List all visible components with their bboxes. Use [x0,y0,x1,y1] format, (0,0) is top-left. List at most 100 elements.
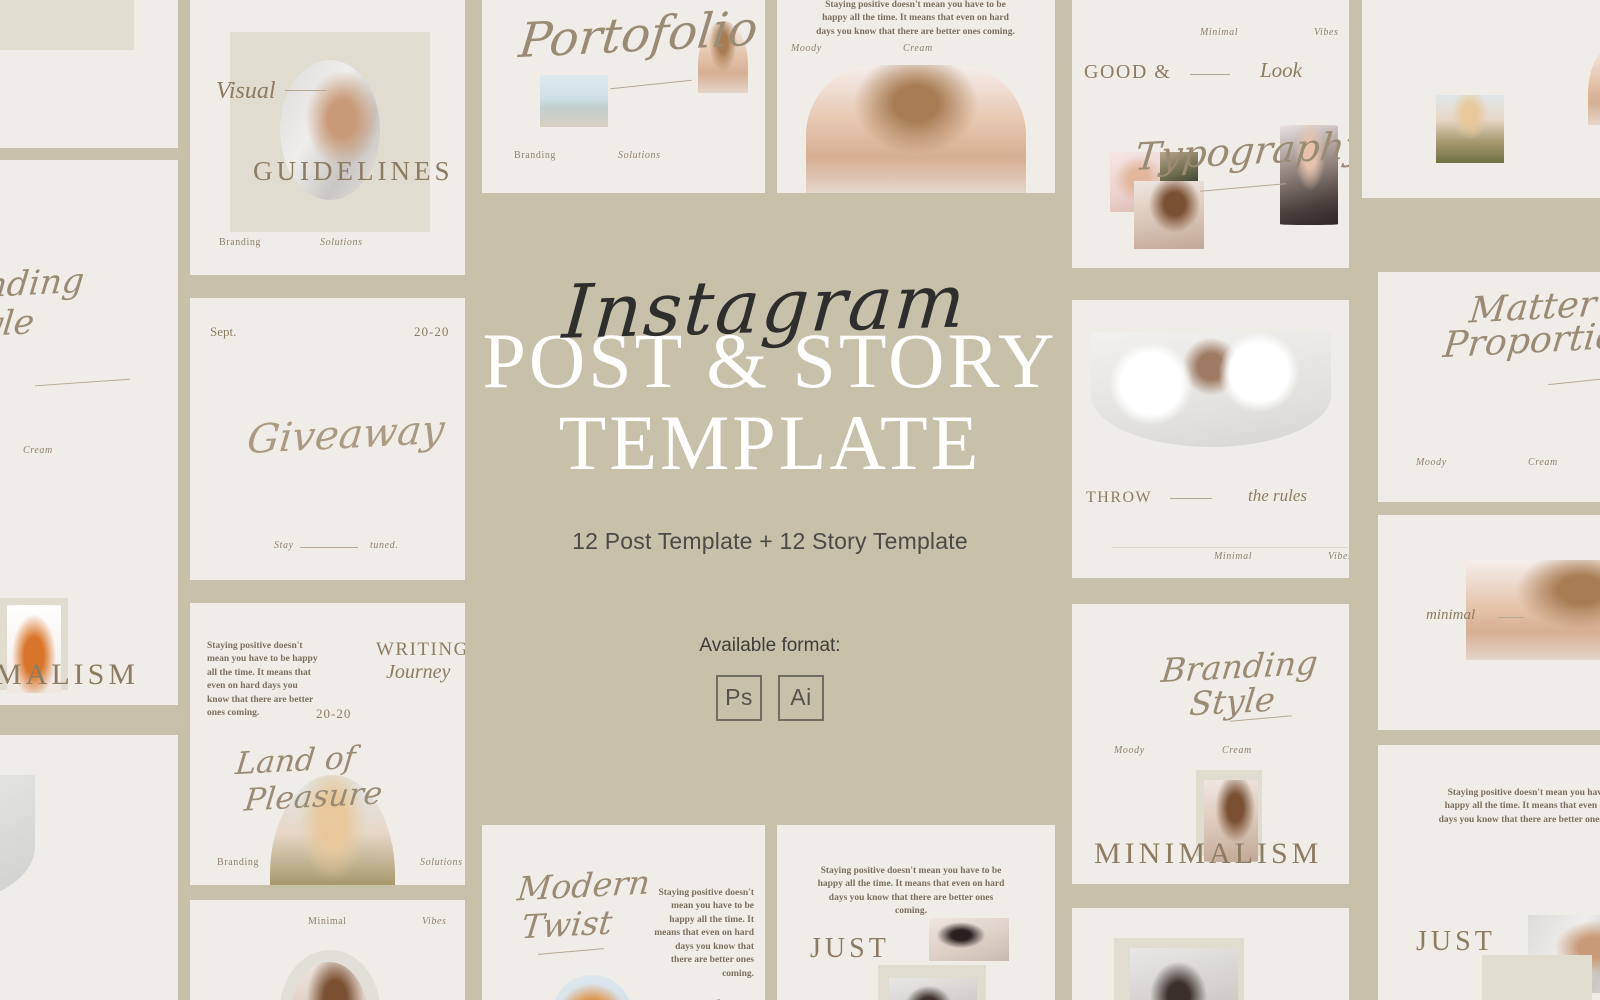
title-guidelines: GUIDELINES [253,156,454,186]
subtitle-the-rules: the rules [1248,486,1308,505]
label-vibes: Vibes [422,916,447,927]
label-moody: Moody [1114,745,1145,756]
quote-text: Staying positive doesn't mean you have t… [207,641,318,719]
label-year: 20-20 [414,324,450,339]
card-right-top-collage[interactable] [1362,0,1600,198]
label-cream: Cream [1528,457,1558,468]
card-modern-twist[interactable]: Modern Twist Staying positive doesn't me… [482,825,765,1000]
footer-solutions: Solutions [320,237,363,248]
card-writing-journey[interactable]: Staying positive doesn't mean you have t… [190,603,465,885]
card-visual-guidelines[interactable]: Visual GUIDELINES Branding Solutions [190,0,465,275]
beige-block [0,0,134,50]
script-proportion: Proportion [1441,314,1600,367]
script-tyle: tyle [0,302,37,346]
title-writing: WRITING [376,639,465,660]
card-col2-bottom[interactable]: Minimal Vibes [190,900,465,1000]
script-underline [538,948,604,955]
footer-branding: Branding [514,150,557,161]
title-just: JUST [810,933,890,964]
title-throw: THROW [1086,489,1153,506]
script-journey: Journey [386,661,451,683]
card-col5-bottom[interactable] [1072,908,1349,1000]
footer-branding: Branding [219,237,262,248]
label-moody: Moody [791,43,822,54]
title-rule [1190,74,1230,75]
script-anding: anding [0,260,87,308]
hero-subtitle: 12 Post Template + 12 Story Template [572,527,968,554]
caption-cream: Cream [23,445,53,456]
label-cream: Cream [903,43,933,54]
quote-text: Staying positive doesn't mean you have t… [816,0,1015,37]
photo-balloons [1091,332,1331,447]
footer-stay: Stay [274,540,294,551]
illustrator-badge[interactable]: Ai [778,674,824,721]
label-cream: Cream [1222,745,1252,756]
label-year: 20-20 [316,706,352,721]
photo-jacket-woman [1436,95,1504,163]
quote-text: Staying positive doesn't mean you have t… [654,888,754,979]
footer-rule [300,547,358,548]
script-partial-top [1366,0,1382,8]
title-minimalism: MINIMALISM [1094,837,1323,870]
card-right-just[interactable]: Staying positive doesn't mean you have t… [1378,745,1600,1000]
footer-divider [1112,547,1348,548]
script-branding: Branding [1159,642,1320,691]
photo-back-pose [806,65,1026,193]
script-underline [35,378,130,387]
label-rule [1498,617,1524,618]
photo-orange [552,975,632,1000]
script-portofolio: Portofolio [516,0,761,70]
title-just: JUST [1416,926,1496,957]
card-giveaway[interactable]: Sept. 20-20 Giveaway Stay tuned. [190,298,465,580]
photo-grey-person [889,978,977,1000]
quote-text: Staying positive doesn't mean you have t… [1438,788,1600,825]
card-right-minimal[interactable]: minimal [1378,515,1600,730]
title-rule [1170,498,1212,499]
label-minimal: Minimal [1200,27,1239,38]
card-corner-top-left[interactable]: Solutions [0,0,178,148]
script-giveaway: Giveaway [244,406,447,464]
photo-back-shoulders [1466,560,1600,660]
hero-script-title: Instagram [559,258,971,356]
footer-branding: Branding [217,857,260,868]
script-twist: Twist [519,902,615,947]
label-minimal: Minimal [1214,551,1253,562]
card-throw-rules[interactable]: THROW the rules Minimal Vibes [1072,300,1349,578]
label-minimal: Minimal [308,916,347,927]
label-moody: Moody [1416,457,1447,468]
label-minimal: minimal [1426,607,1476,623]
card-right-proportion[interactable]: Matter of Proportion Moody Cream [1378,272,1600,502]
card-minimalism[interactable]: Branding Style Moody Cream MINIMALISM [1072,604,1349,884]
hero-title-line-2: TEMPLATE [558,398,982,486]
script-typography: Typography [1132,123,1349,179]
photo-beach-swing [540,75,608,127]
label-vibes: Vibes [1328,551,1349,562]
footer-solutions: Solutions [618,150,661,161]
format-badge-row: Ps Ai [716,674,824,721]
card-left-branding-style[interactable]: anding tyle Cream MALISM [0,160,178,705]
subtitle-look: Look [1260,58,1302,82]
card-moody-cream[interactable]: Staying positive doesn't mean you have t… [777,0,1055,193]
label-vibes: Vibes [1314,27,1339,38]
photo-arch-right [1588,43,1600,125]
beige-block [1482,955,1592,1000]
script-modern: Modern [515,862,652,909]
footer-tuned: tuned. [370,540,399,551]
photo-reaching [929,918,1009,961]
card-just-center[interactable]: Staying positive doesn't mean you have t… [777,825,1055,1000]
script-style: Style [1187,679,1277,724]
footer-solutions: Solutions [420,857,463,868]
label-month: Sept. [210,324,237,339]
card-left-bottom-photo[interactable] [0,735,178,1000]
script-land-of: Land of [233,739,358,783]
available-format-label: Available format: [699,634,841,656]
card-portfolio[interactable]: Portofolio Branding Solutions [482,0,765,193]
card-good-look[interactable]: Minimal Vibes GOOD & Look Typography [1072,0,1349,268]
visual-rule [285,90,327,91]
photoshop-badge[interactable]: Ps [716,674,762,721]
script-underline [1200,183,1286,192]
title-good: GOOD & [1084,61,1172,83]
photo-grey-person [1130,948,1238,1000]
photo-hands-face [1134,181,1204,249]
photo-white-dress [0,775,35,905]
